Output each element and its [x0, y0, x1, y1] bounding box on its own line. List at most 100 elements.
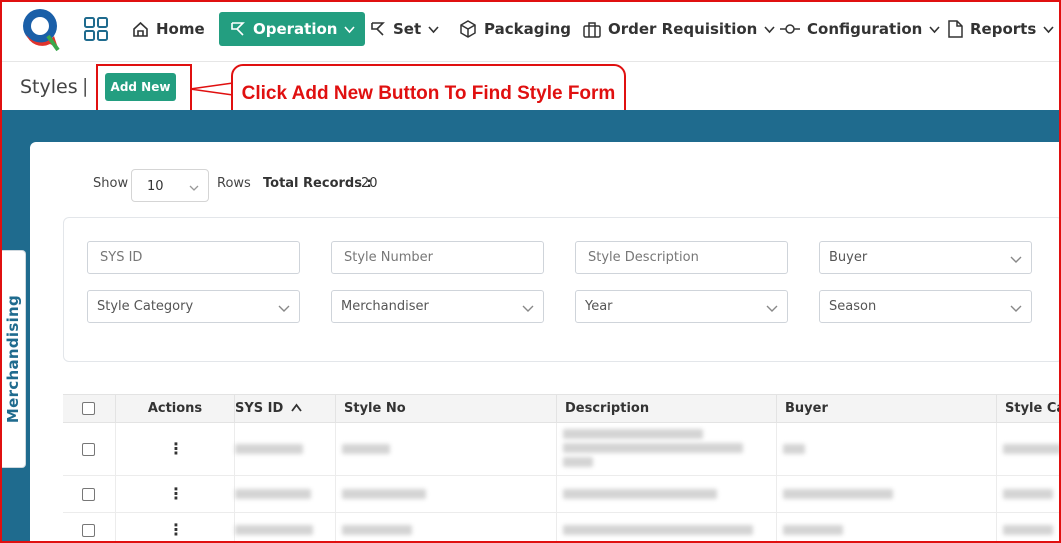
- nav-packaging[interactable]: Packaging: [459, 12, 571, 46]
- season-placeholder: Season: [829, 299, 877, 314]
- row-description-cell: [557, 476, 777, 512]
- chevron-down-icon: [1010, 305, 1022, 312]
- row-actions-icon[interactable]: ⋮: [168, 441, 184, 457]
- row-sys-id-cell: [235, 476, 336, 512]
- row-select-cell: [63, 476, 116, 512]
- year-select[interactable]: Year: [575, 290, 788, 323]
- redacted-text: [783, 444, 805, 454]
- document-icon: [948, 20, 963, 38]
- nav-operation-label: Operation: [253, 20, 338, 38]
- nav-order-requisition[interactable]: Order Requisition: [583, 12, 775, 46]
- sys-id-placeholder: SYS ID: [100, 250, 143, 265]
- total-records-value: 20: [361, 176, 378, 191]
- rows-per-page-value: 10: [147, 179, 164, 194]
- row-actions-icon[interactable]: ⋮: [168, 522, 184, 538]
- nav-set[interactable]: Set: [369, 12, 439, 46]
- chevron-down-icon: [344, 25, 356, 33]
- season-select[interactable]: Season: [819, 290, 1032, 323]
- chevron-down-icon: [1010, 256, 1022, 263]
- select-all-checkbox[interactable]: [82, 402, 95, 415]
- total-records-label: Total Records :: [263, 176, 372, 191]
- row-actions-icon[interactable]: ⋮: [168, 486, 184, 502]
- row-sys-id-cell: [235, 513, 336, 543]
- nav-order-requisition-label: Order Requisition: [608, 20, 758, 38]
- nav-set-label: Set: [393, 20, 422, 38]
- rows-per-page-select[interactable]: 10: [131, 169, 209, 202]
- redacted-text: [342, 489, 426, 499]
- redacted-text: [1003, 444, 1061, 454]
- redacted-text: [563, 457, 593, 467]
- row-select-cell: [63, 513, 116, 543]
- row-buyer-cell: [777, 513, 997, 543]
- header-buyer[interactable]: Buyer: [777, 395, 997, 424]
- header-select-cell: [63, 395, 116, 424]
- commit-icon: [780, 24, 800, 34]
- set-icon: [371, 21, 385, 36]
- row-select-cell: [63, 423, 116, 475]
- sys-id-input[interactable]: SYS ID: [87, 241, 300, 274]
- style-number-input[interactable]: Style Number: [331, 241, 544, 274]
- redacted-text: [563, 489, 717, 499]
- chevron-down-icon: [428, 25, 439, 33]
- briefcase-icon: [583, 21, 601, 38]
- row-style-no-cell: [336, 423, 557, 475]
- row-description-cell: [557, 423, 777, 475]
- row-buyer-cell: [777, 476, 997, 512]
- grid-icon[interactable]: [84, 17, 108, 41]
- redacted-text: [235, 444, 303, 454]
- row-checkbox[interactable]: [82, 488, 95, 501]
- chevron-down-icon: [278, 305, 290, 312]
- redacted-text: [235, 489, 311, 499]
- row-style-category-cell: [997, 423, 1061, 475]
- nav-home[interactable]: Home: [132, 12, 205, 46]
- rows-label: Rows: [217, 176, 251, 191]
- style-description-placeholder: Style Description: [588, 250, 699, 265]
- row-style-no-cell: [336, 476, 557, 512]
- redacted-text: [1003, 525, 1053, 535]
- style-number-placeholder: Style Number: [344, 250, 434, 265]
- sort-ascending-icon: [291, 403, 302, 412]
- style-category-select[interactable]: Style Category: [87, 290, 300, 323]
- nav-reports-label: Reports: [970, 20, 1037, 38]
- row-buyer-cell: [777, 423, 997, 475]
- redacted-text: [783, 489, 893, 499]
- style-category-placeholder: Style Category: [97, 299, 194, 314]
- table-row[interactable]: ⋮: [63, 423, 1061, 476]
- nav-operation[interactable]: Operation: [219, 12, 366, 46]
- show-label: Show: [93, 176, 129, 191]
- row-style-category-cell: [997, 476, 1061, 512]
- header-style-category[interactable]: Style Cat: [997, 395, 1061, 424]
- row-description-cell: [557, 513, 777, 543]
- top-navbar: Home Operation Set Packaging Order Requi…: [0, 0, 1061, 62]
- merchandiser-placeholder: Merchandiser: [341, 299, 429, 314]
- merchandiser-select[interactable]: Merchandiser: [331, 290, 544, 323]
- page-title: Styles: [20, 76, 78, 98]
- redacted-text: [783, 525, 843, 535]
- year-placeholder: Year: [585, 299, 613, 314]
- q-logo-icon[interactable]: [20, 6, 62, 52]
- box-icon: [460, 20, 476, 38]
- row-checkbox[interactable]: [82, 443, 95, 456]
- callout-pointer: [190, 82, 234, 96]
- nav-configuration[interactable]: Configuration: [780, 12, 940, 46]
- row-checkbox[interactable]: [82, 524, 95, 537]
- sidebar-tab-merchandising[interactable]: Merchandising: [0, 250, 26, 468]
- buyer-select[interactable]: Buyer: [819, 241, 1032, 274]
- header-description[interactable]: Description: [557, 395, 777, 424]
- sidebar-tab-label: Merchandising: [3, 294, 22, 424]
- header-sys-id-label: SYS ID: [235, 401, 284, 416]
- style-description-input[interactable]: Style Description: [575, 241, 788, 274]
- header-sys-id[interactable]: SYS ID: [235, 395, 336, 424]
- table-row[interactable]: ⋮: [63, 513, 1061, 543]
- redacted-text: [563, 429, 703, 439]
- header-style-no[interactable]: Style No: [336, 395, 557, 424]
- row-style-category-cell: [997, 513, 1061, 543]
- nav-reports[interactable]: Reports: [948, 12, 1054, 46]
- chevron-down-icon: [189, 185, 199, 191]
- table-row[interactable]: ⋮: [63, 476, 1061, 513]
- annotation-text: Click Add New Button To Find Style Form: [241, 83, 616, 104]
- title-separator: |: [82, 75, 89, 97]
- row-sys-id-cell: [235, 423, 336, 475]
- row-actions-cell: ⋮: [116, 476, 235, 512]
- redacted-text: [1003, 489, 1053, 499]
